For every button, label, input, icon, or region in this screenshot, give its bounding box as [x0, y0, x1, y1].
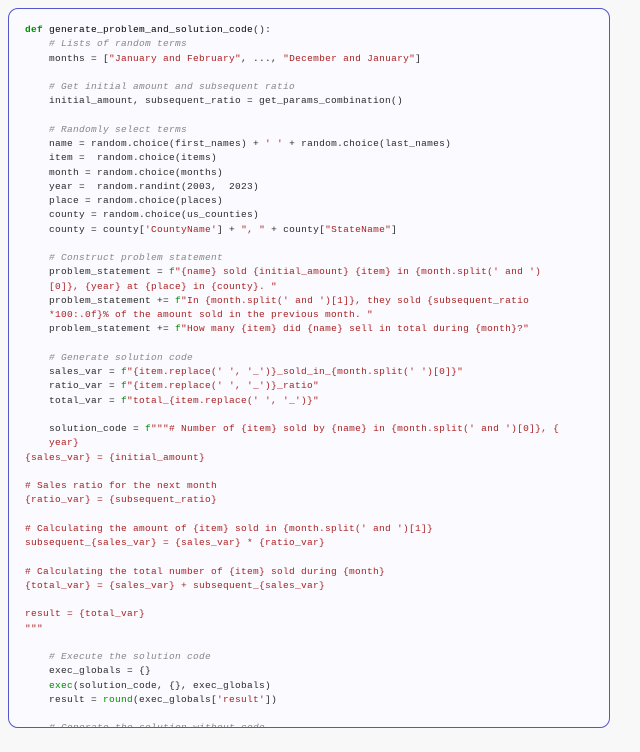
- code-block: def generate_problem_and_solution_code()…: [8, 8, 610, 728]
- code-line: exec(solution_code, {}, exec_globals): [25, 679, 593, 693]
- code-line: ratio_var = f"{item.replace(' ', '_')}_r…: [25, 379, 593, 393]
- code-line: [25, 707, 593, 721]
- code-line: # Generate solution code: [25, 351, 593, 365]
- code-line: county = random.choice(us_counties): [25, 208, 593, 222]
- code-line: name = random.choice(first_names) + ' ' …: [25, 137, 593, 151]
- code-line: exec_globals = {}: [25, 664, 593, 678]
- code-line: # Construct problem statement: [25, 251, 593, 265]
- code-line: county = county['CountyName'] + ", " + c…: [25, 223, 593, 237]
- code-line: item = random.choice(items): [25, 151, 593, 165]
- code-line: [25, 593, 593, 607]
- code-line: [25, 550, 593, 564]
- code-line: # Randomly select terms: [25, 123, 593, 137]
- code-line: total_var = f"total_{item.replace(' ', '…: [25, 394, 593, 408]
- code-line: place = random.choice(places): [25, 194, 593, 208]
- code-line: # Generate the solution without code: [25, 721, 593, 728]
- code-line: # Calculating the total number of {item}…: [25, 565, 593, 579]
- code-line: year = random.randint(2003, 2023): [25, 180, 593, 194]
- code-line: [25, 508, 593, 522]
- code-line: [25, 636, 593, 650]
- code-line: month = random.choice(months): [25, 166, 593, 180]
- code-line: result = round(exec_globals['result']): [25, 693, 593, 707]
- code-line: [25, 408, 593, 422]
- code-line: solution_code = f"""# Number of {item} s…: [25, 422, 593, 436]
- code-line: # Get initial amount and subsequent rati…: [25, 80, 593, 94]
- code-line: [25, 465, 593, 479]
- code-line: problem_statement += f"In {month.split('…: [25, 294, 593, 308]
- code-line: result = {total_var}: [25, 607, 593, 621]
- code-line: # Sales ratio for the next month: [25, 479, 593, 493]
- code-line: problem_statement = f"{name} sold {initi…: [25, 265, 593, 279]
- code-line: def generate_problem_and_solution_code()…: [25, 23, 593, 37]
- code-line: """: [25, 622, 593, 636]
- code-line: {ratio_var} = {subsequent_ratio}: [25, 493, 593, 507]
- code-line: subsequent_{sales_var} = {sales_var} * {…: [25, 536, 593, 550]
- code-line: months = ["January and February", ..., "…: [25, 52, 593, 66]
- code-line: # Lists of random terms: [25, 37, 593, 51]
- code-line: [0]}, {year} at {place} in {county}. ": [25, 280, 593, 294]
- code-line: [25, 237, 593, 251]
- code-line: {total_var} = {sales_var} + subsequent_{…: [25, 579, 593, 593]
- code-line: sales_var = f"{item.replace(' ', '_')}_s…: [25, 365, 593, 379]
- code-line: problem_statement += f"How many {item} d…: [25, 322, 593, 336]
- code-line: initial_amount, subsequent_ratio = get_p…: [25, 94, 593, 108]
- code-line: # Calculating the amount of {item} sold …: [25, 522, 593, 536]
- code-line: [25, 66, 593, 80]
- code-content: def generate_problem_and_solution_code()…: [25, 23, 593, 728]
- code-line: # Execute the solution code: [25, 650, 593, 664]
- code-line: [25, 109, 593, 123]
- code-line: [25, 337, 593, 351]
- code-line: *100:.0f}% of the amount sold in the pre…: [25, 308, 593, 322]
- code-line: {sales_var} = {initial_amount}: [25, 451, 593, 465]
- code-line: year}: [25, 436, 593, 450]
